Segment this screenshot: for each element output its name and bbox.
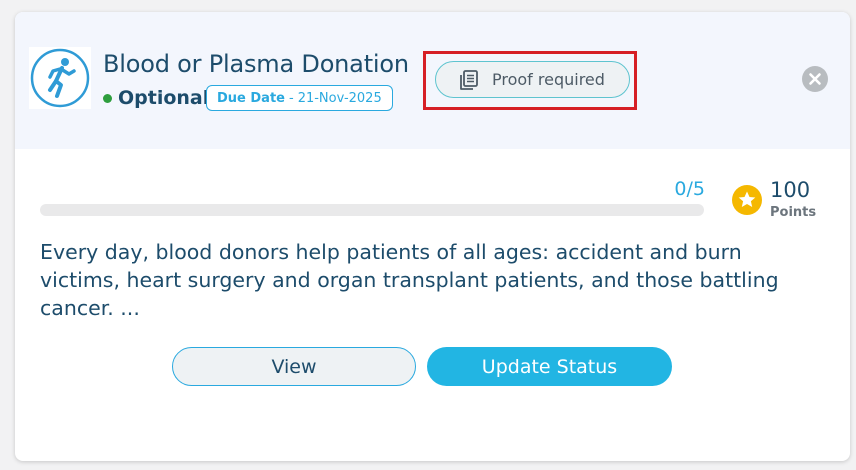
close-button[interactable] (802, 66, 828, 92)
optional-status: Optional (103, 87, 209, 109)
points-label: Points (770, 205, 817, 220)
proof-required-label: Proof required (492, 70, 605, 89)
activity-title: Blood or Plasma Donation (103, 50, 409, 78)
document-icon (460, 69, 478, 90)
close-icon (809, 73, 821, 85)
activity-description: Every day, blood donors help patients of… (40, 240, 779, 320)
running-person-icon (29, 47, 91, 109)
progress-text: 0/5 (674, 178, 705, 200)
activity-card: Blood or Plasma Donation Optional Due Da… (15, 12, 850, 461)
update-status-button[interactable]: Update Status (427, 347, 672, 386)
due-date-separator: - (288, 90, 294, 106)
points-value: 100 (770, 178, 811, 202)
progress-bar (40, 204, 704, 216)
status-dot (103, 93, 112, 103)
due-date-badge: Due Date - 21-Nov-2025 (206, 85, 393, 111)
due-date-value: 21-Nov-2025 (297, 90, 382, 106)
view-button[interactable]: View (172, 347, 416, 386)
card-header: Blood or Plasma Donation Optional Due Da… (15, 12, 850, 149)
proof-required-button[interactable]: Proof required (435, 61, 630, 98)
optional-label: Optional (118, 87, 210, 109)
due-date-label: Due Date (217, 90, 285, 106)
star-icon (732, 185, 762, 215)
